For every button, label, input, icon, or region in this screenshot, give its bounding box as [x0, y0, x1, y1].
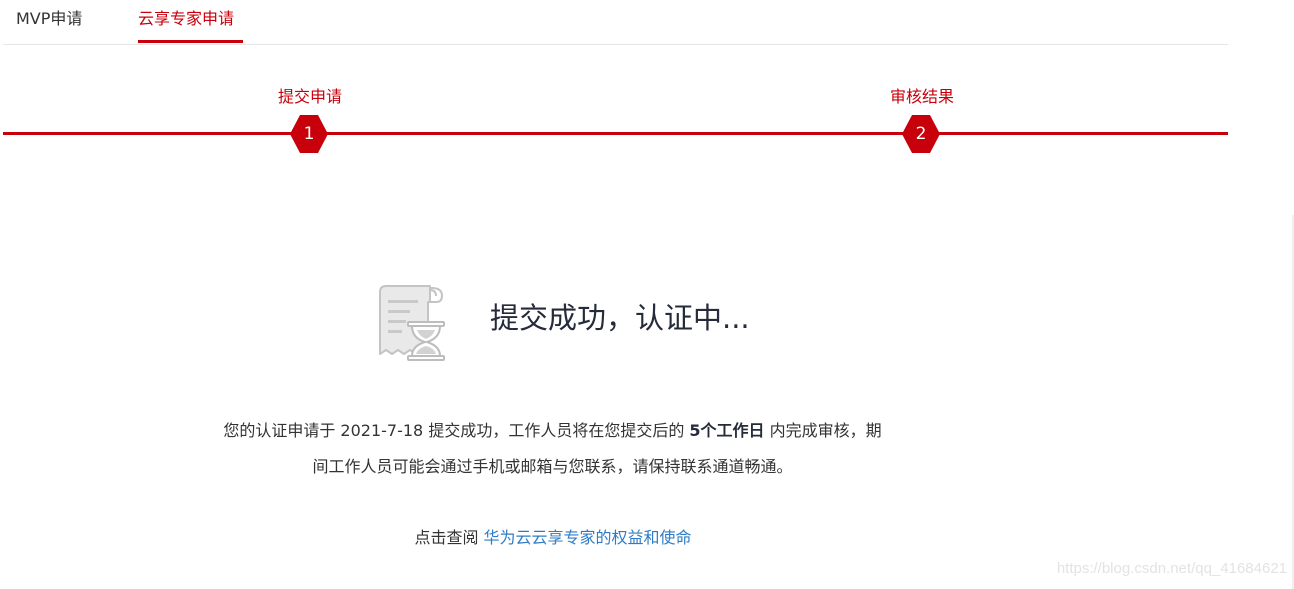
- step-number: 2: [915, 124, 927, 144]
- tab-mvp-application[interactable]: MVP申请: [16, 8, 82, 30]
- working-days-highlight: 5个工作日: [689, 421, 765, 440]
- step-number: 1: [303, 124, 315, 144]
- step-label-review-result: 审核结果: [889, 87, 955, 106]
- rights-link-row: 点击查阅 华为云云享专家的权益和使命: [0, 525, 1106, 551]
- application-page: MVP申请 云享专家申请 提交申请 审核结果 1 2 提交成功，认证中... 您…: [0, 0, 1294, 589]
- status-description: 您的认证申请于 2021-7-18 提交成功，工作人员将在您提交后的 5个工作日…: [220, 413, 885, 485]
- active-tab-indicator: [138, 40, 243, 43]
- step-node-2: 2: [901, 114, 941, 154]
- progress-line: [3, 132, 1228, 135]
- tab-bar: MVP申请 云享专家申请: [3, 0, 1228, 45]
- status-title: 提交成功，认证中...: [490, 301, 750, 335]
- hourglass-document-icon: [372, 282, 450, 362]
- link-prefix: 点击查阅: [414, 528, 484, 547]
- step-node-1: 1: [289, 114, 329, 154]
- expert-rights-link[interactable]: 华为云云享专家的权益和使命: [484, 528, 692, 547]
- watermark-text: https://blog.csdn.net/qq_41684621: [1056, 560, 1287, 577]
- tab-expert-application[interactable]: 云享专家申请: [138, 8, 234, 30]
- step-label-submit: 提交申请: [277, 87, 343, 106]
- description-text: 您的认证申请于 2021-7-18 提交成功，工作人员将在您提交后的: [223, 421, 690, 440]
